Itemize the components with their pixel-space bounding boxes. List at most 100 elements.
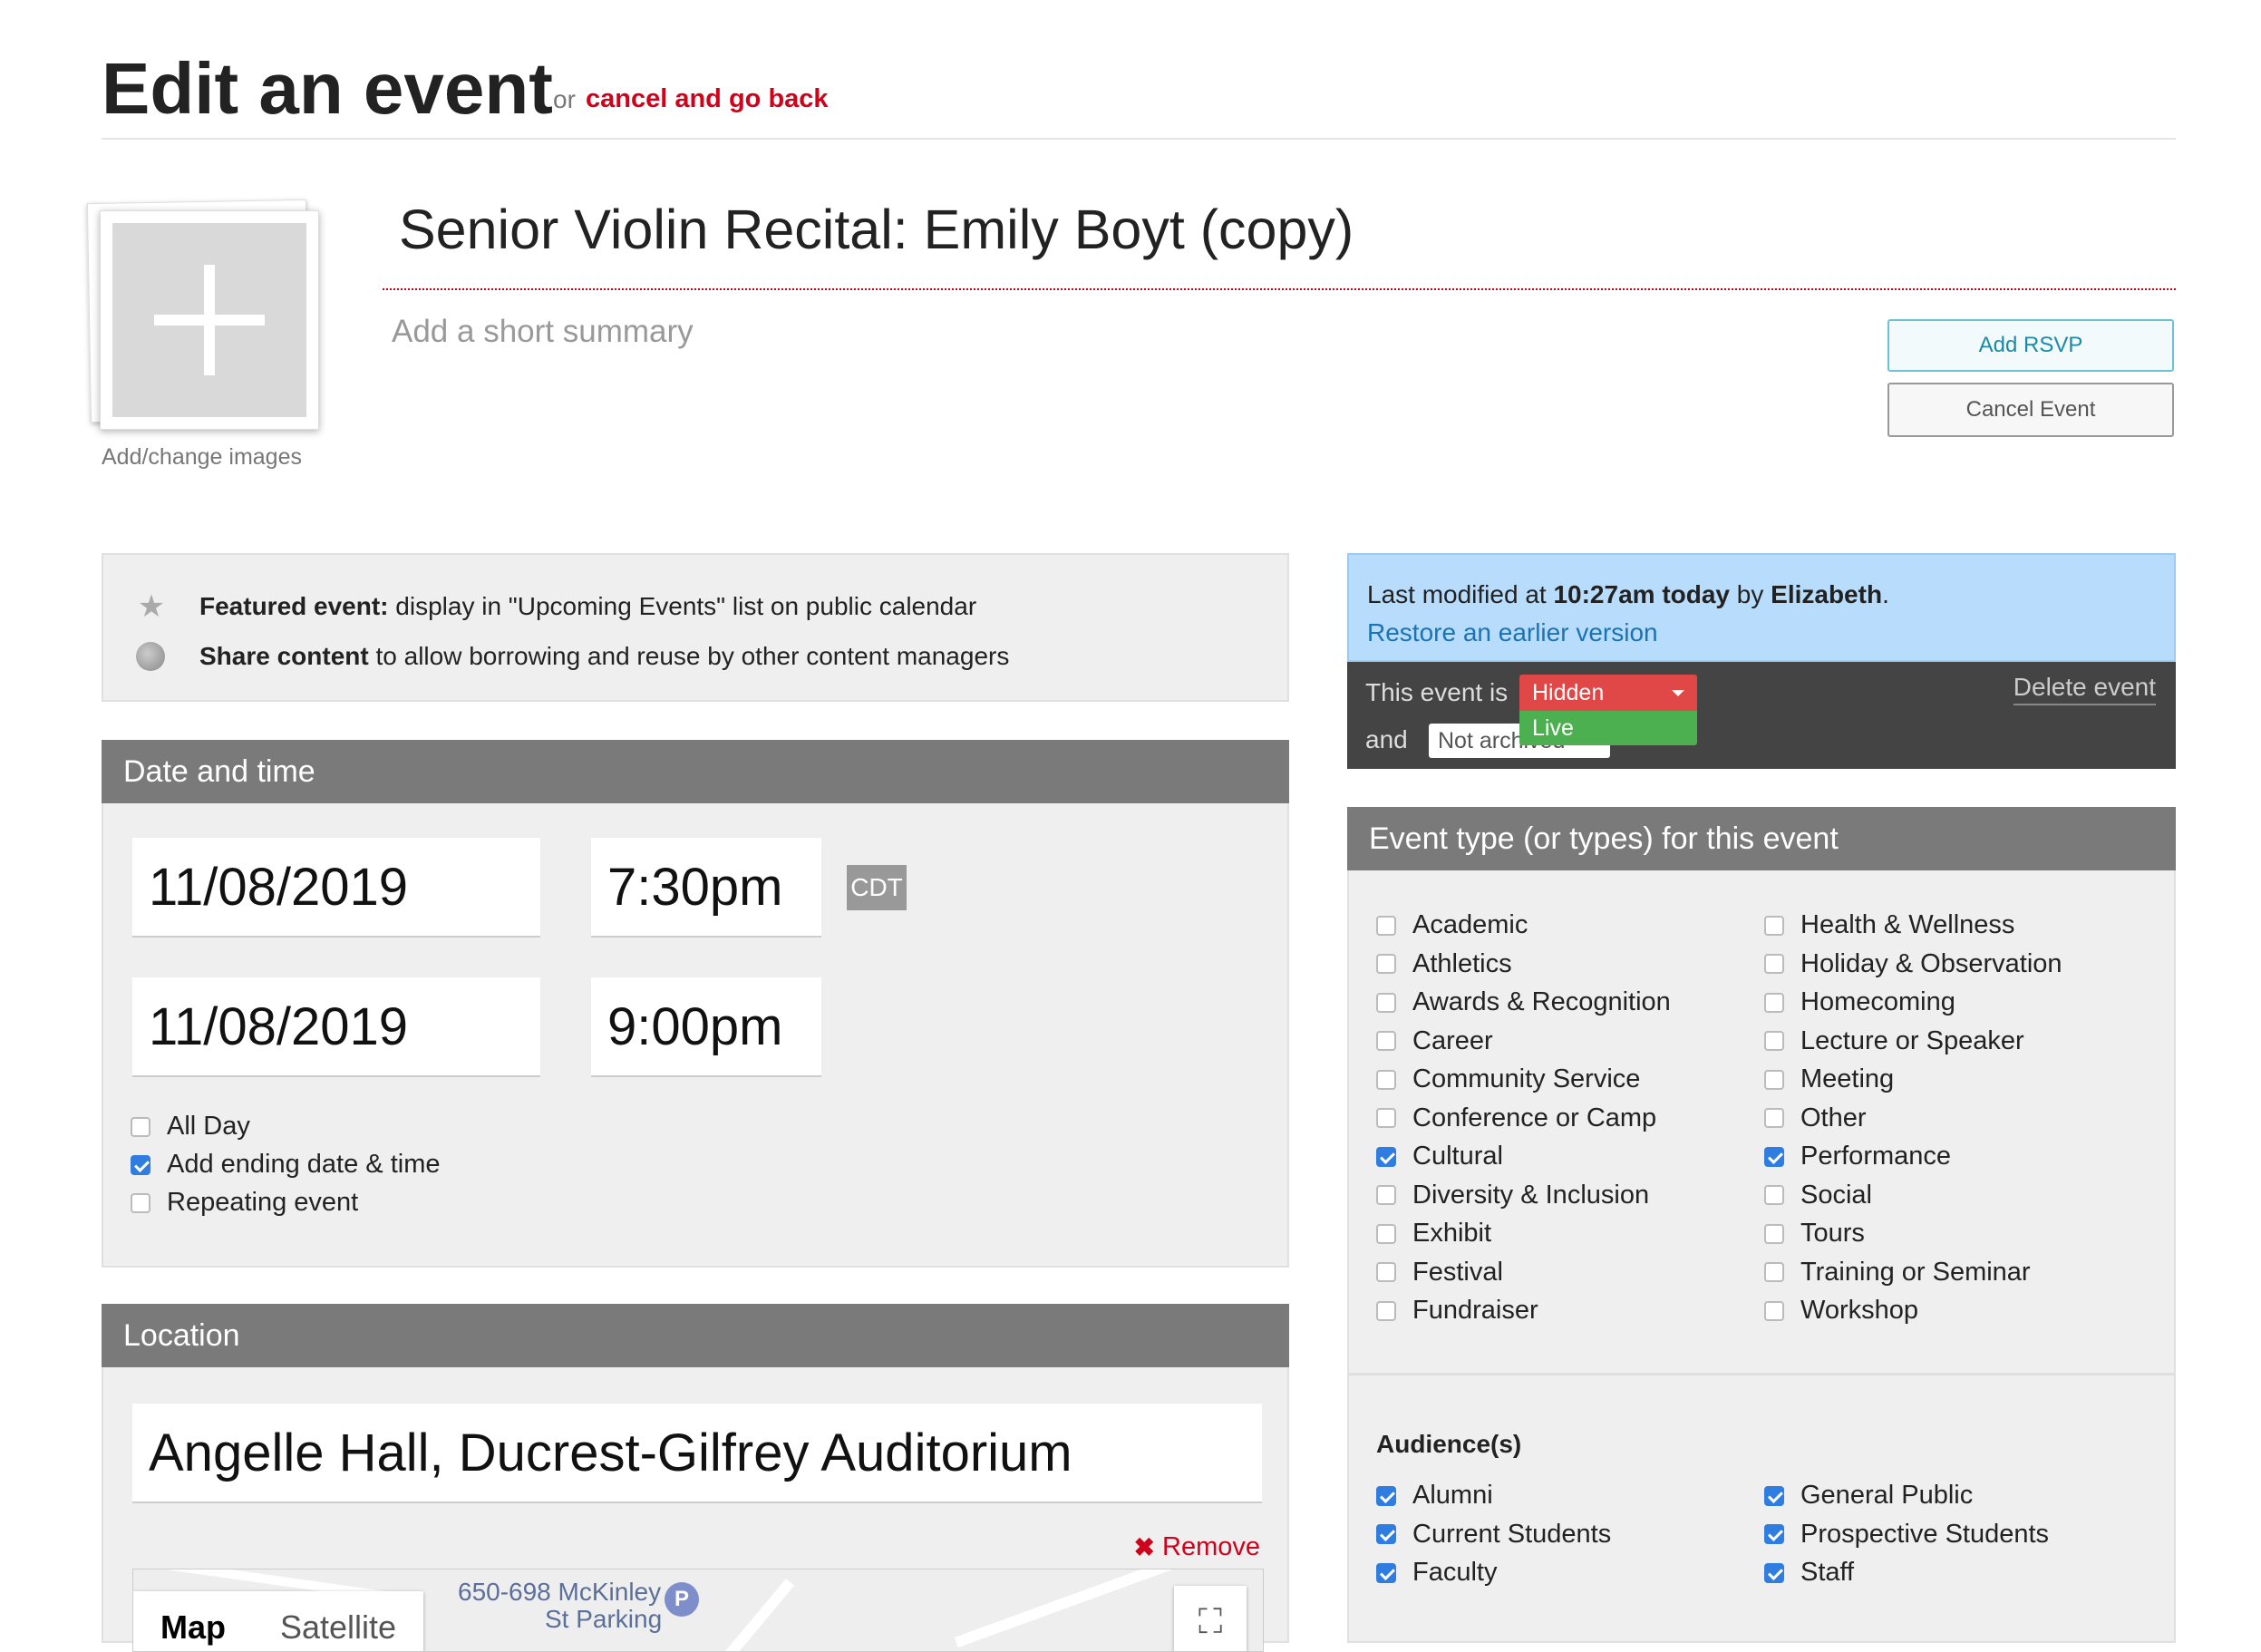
event-type-option[interactable]: Academic xyxy=(1376,910,1528,940)
event-type-checkbox[interactable] xyxy=(1376,992,1396,1013)
event-type-checkbox[interactable] xyxy=(1764,915,1784,936)
event-title-input[interactable]: Senior Violin Recital: Emily Boyt (copy) xyxy=(399,198,1354,261)
event-type-checkbox[interactable] xyxy=(1376,1300,1396,1321)
event-type-option[interactable]: Athletics xyxy=(1376,949,1512,979)
event-type-checkbox[interactable] xyxy=(1376,954,1396,974)
image-placeholder[interactable] xyxy=(100,210,319,430)
visibility-select[interactable]: Hidden xyxy=(1519,675,1697,711)
end-date-input[interactable]: 11/08/2019 xyxy=(132,977,540,1077)
audience-checkbox[interactable] xyxy=(1764,1562,1784,1583)
event-type-checkbox[interactable] xyxy=(1764,1262,1784,1282)
delete-event-link[interactable]: Delete event xyxy=(2013,673,2156,705)
cancel-event-button[interactable]: Cancel Event xyxy=(1887,383,2174,437)
event-type-checkbox[interactable] xyxy=(1376,1031,1396,1051)
event-type-option[interactable]: Other xyxy=(1764,1103,1867,1133)
audience-checkbox[interactable] xyxy=(1764,1524,1784,1544)
event-type-option[interactable]: Exhibit xyxy=(1376,1219,1491,1249)
event-type-checkbox[interactable] xyxy=(1376,1069,1396,1090)
start-date-input[interactable]: 11/08/2019 xyxy=(132,838,540,938)
event-type-label: Health & Wellness xyxy=(1800,910,2015,939)
event-type-option[interactable]: Homecoming xyxy=(1764,987,1955,1017)
event-status-bar: This event is Hidden Live and Not archiv… xyxy=(1347,662,2176,769)
event-type-option[interactable]: Conference or Camp xyxy=(1376,1103,1656,1133)
audience-option[interactable]: Prospective Students xyxy=(1764,1520,2049,1550)
event-type-option[interactable]: Diversity & Inclusion xyxy=(1376,1181,1649,1210)
event-type-checkbox[interactable] xyxy=(1764,1031,1784,1051)
event-type-option[interactable]: Meeting xyxy=(1764,1064,1894,1094)
event-type-option[interactable]: Community Service xyxy=(1376,1064,1640,1094)
restore-version-link[interactable]: Restore an earlier version xyxy=(1367,618,1658,647)
event-type-option[interactable]: Tours xyxy=(1764,1219,1865,1249)
event-type-checkbox[interactable] xyxy=(1764,1069,1784,1090)
audience-option[interactable]: General Public xyxy=(1764,1481,1973,1511)
event-type-option[interactable]: Performance xyxy=(1764,1142,1951,1171)
location-input[interactable]: Angelle Hall, Ducrest-Gilfrey Auditorium xyxy=(132,1404,1262,1503)
add-rsvp-button[interactable]: Add RSVP xyxy=(1887,319,2174,372)
repeating-event-option[interactable]: Repeating event xyxy=(131,1188,358,1218)
cancel-and-go-back-link[interactable]: cancel and go back xyxy=(586,84,829,114)
event-type-option[interactable]: Awards & Recognition xyxy=(1376,987,1671,1017)
event-type-checkbox[interactable] xyxy=(1376,1108,1396,1128)
event-type-label: Social xyxy=(1800,1180,1872,1210)
event-type-label: Holiday & Observation xyxy=(1800,948,2062,978)
end-time-input[interactable]: 9:00pm xyxy=(591,977,821,1077)
event-type-checkbox[interactable] xyxy=(1376,915,1396,936)
event-type-checkbox[interactable] xyxy=(1376,1262,1396,1282)
ending-date-checkbox[interactable] xyxy=(131,1154,150,1175)
fullscreen-icon[interactable]: ⛶ xyxy=(1174,1586,1247,1651)
event-type-checkbox[interactable] xyxy=(1764,954,1784,974)
event-type-checkbox[interactable] xyxy=(1764,992,1784,1013)
audience-checkbox[interactable] xyxy=(1376,1524,1396,1544)
share-toggle-icon[interactable] xyxy=(136,642,165,671)
audience-label: Current Students xyxy=(1412,1519,1612,1549)
event-type-checkbox[interactable] xyxy=(1376,1185,1396,1205)
audience-option[interactable]: Current Students xyxy=(1376,1520,1611,1550)
event-type-label: Meeting xyxy=(1800,1064,1895,1093)
event-type-checkbox[interactable] xyxy=(1764,1300,1784,1321)
visibility-option-live[interactable]: Live xyxy=(1519,711,1697,745)
event-type-option[interactable]: Workshop xyxy=(1764,1296,1918,1326)
header-divider xyxy=(102,138,2176,140)
audience-checkbox[interactable] xyxy=(1376,1562,1396,1583)
summary-input[interactable]: Add a short summary xyxy=(392,314,694,350)
timezone-badge: CDT xyxy=(847,865,907,910)
remove-location-link[interactable]: ✖ Remove xyxy=(1134,1532,1260,1562)
event-type-option[interactable]: Cultural xyxy=(1376,1142,1503,1171)
audience-option[interactable]: Faculty xyxy=(1376,1558,1497,1588)
audience-checkbox[interactable] xyxy=(1764,1485,1784,1506)
event-type-option[interactable]: Health & Wellness xyxy=(1764,910,2014,940)
event-type-label: Workshop xyxy=(1800,1296,1919,1325)
audience-option[interactable]: Staff xyxy=(1764,1558,1854,1588)
ending-date-option[interactable]: Add ending date & time xyxy=(131,1150,440,1180)
event-type-checkbox[interactable] xyxy=(1764,1146,1784,1167)
audience-checkbox[interactable] xyxy=(1376,1485,1396,1506)
all-day-option[interactable]: All Day xyxy=(131,1112,250,1142)
event-type-checkbox[interactable] xyxy=(1764,1185,1784,1205)
event-type-option[interactable]: Training or Seminar xyxy=(1764,1258,2031,1288)
location-map[interactable]: Map Satellite 650-698 McKinley St Parkin… xyxy=(132,1569,1264,1652)
event-type-label: Cultural xyxy=(1412,1142,1503,1171)
event-type-checkbox[interactable] xyxy=(1376,1223,1396,1244)
star-icon[interactable]: ★ xyxy=(136,591,167,622)
featured-event-toggle[interactable]: ★ Featured event: display in "Upcoming E… xyxy=(136,591,976,622)
event-type-checkbox[interactable] xyxy=(1764,1108,1784,1128)
event-type-option[interactable]: Festival xyxy=(1376,1258,1503,1288)
share-description: to allow borrowing and reuse by other co… xyxy=(375,642,1010,670)
audience-option[interactable]: Alumni xyxy=(1376,1481,1493,1511)
all-day-checkbox[interactable] xyxy=(131,1116,150,1137)
repeating-event-label: Repeating event xyxy=(167,1188,359,1217)
event-type-option[interactable]: Holiday & Observation xyxy=(1764,949,2062,979)
event-type-option[interactable]: Fundraiser xyxy=(1376,1296,1538,1326)
share-content-toggle[interactable]: Share content to allow borrowing and reu… xyxy=(136,642,1009,671)
featured-options-panel: ★ Featured event: display in "Upcoming E… xyxy=(102,553,1289,702)
add-change-images-link[interactable]: Add/change images xyxy=(102,444,302,471)
start-time-input[interactable]: 7:30pm xyxy=(591,838,821,938)
repeating-event-checkbox[interactable] xyxy=(131,1192,150,1213)
event-type-checkbox[interactable] xyxy=(1764,1223,1784,1244)
event-type-option[interactable]: Lecture or Speaker xyxy=(1764,1026,2024,1056)
event-type-option[interactable]: Career xyxy=(1376,1026,1493,1056)
event-type-option[interactable]: Social xyxy=(1764,1181,1872,1210)
event-type-label: Career xyxy=(1412,1025,1493,1055)
event-type-label: Community Service xyxy=(1412,1064,1641,1093)
event-type-checkbox[interactable] xyxy=(1376,1146,1396,1167)
